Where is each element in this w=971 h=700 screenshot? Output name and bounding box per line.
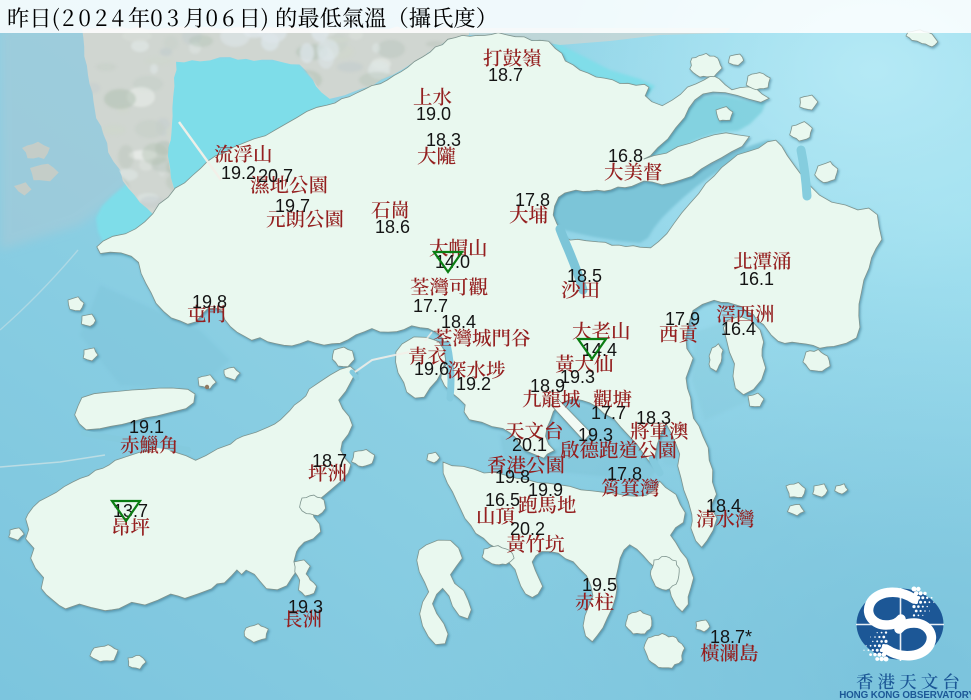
svg-text:19.2: 19.2 bbox=[456, 374, 491, 394]
svg-text:18.7*: 18.7* bbox=[710, 627, 752, 647]
svg-text:19.6: 19.6 bbox=[414, 359, 449, 379]
svg-text:17.9: 17.9 bbox=[665, 309, 700, 329]
svg-text:17.8: 17.8 bbox=[607, 464, 642, 484]
svg-text:20.1: 20.1 bbox=[512, 435, 547, 455]
svg-text:19.0: 19.0 bbox=[416, 104, 451, 124]
svg-text:18.4: 18.4 bbox=[441, 312, 476, 332]
svg-text:18.5: 18.5 bbox=[567, 266, 602, 286]
svg-text:16.1: 16.1 bbox=[739, 269, 774, 289]
svg-text:19.9: 19.9 bbox=[528, 480, 563, 500]
svg-text:18.6: 18.6 bbox=[375, 217, 410, 237]
svg-text:19.5: 19.5 bbox=[582, 575, 617, 595]
svg-text:20.7: 20.7 bbox=[258, 166, 293, 186]
svg-text:19.3: 19.3 bbox=[288, 597, 323, 617]
svg-text:19.1: 19.1 bbox=[129, 417, 164, 437]
svg-text:19.8: 19.8 bbox=[192, 292, 227, 312]
svg-text:18.7: 18.7 bbox=[488, 65, 523, 85]
svg-text:18.4: 18.4 bbox=[706, 496, 741, 516]
svg-text:18.7: 18.7 bbox=[312, 451, 347, 471]
svg-text:18.3: 18.3 bbox=[426, 130, 461, 150]
svg-text:20.2: 20.2 bbox=[510, 519, 545, 539]
svg-text:16.5: 16.5 bbox=[485, 490, 520, 510]
svg-text:17.7: 17.7 bbox=[591, 403, 626, 423]
svg-text:16.8: 16.8 bbox=[608, 146, 643, 166]
svg-text:18.3: 18.3 bbox=[636, 408, 671, 428]
svg-text:HONG KONG OBSERVATORY: HONG KONG OBSERVATORY bbox=[839, 690, 971, 700]
svg-text:18.9: 18.9 bbox=[530, 376, 565, 396]
svg-text:19.3: 19.3 bbox=[560, 367, 595, 387]
svg-text:19.7: 19.7 bbox=[275, 196, 310, 216]
svg-text:19.8: 19.8 bbox=[495, 467, 530, 487]
svg-text:19.3: 19.3 bbox=[578, 425, 613, 445]
svg-text:17.8: 17.8 bbox=[515, 190, 550, 210]
svg-text:16.4: 16.4 bbox=[721, 319, 756, 339]
svg-text:19.2: 19.2 bbox=[221, 163, 256, 183]
